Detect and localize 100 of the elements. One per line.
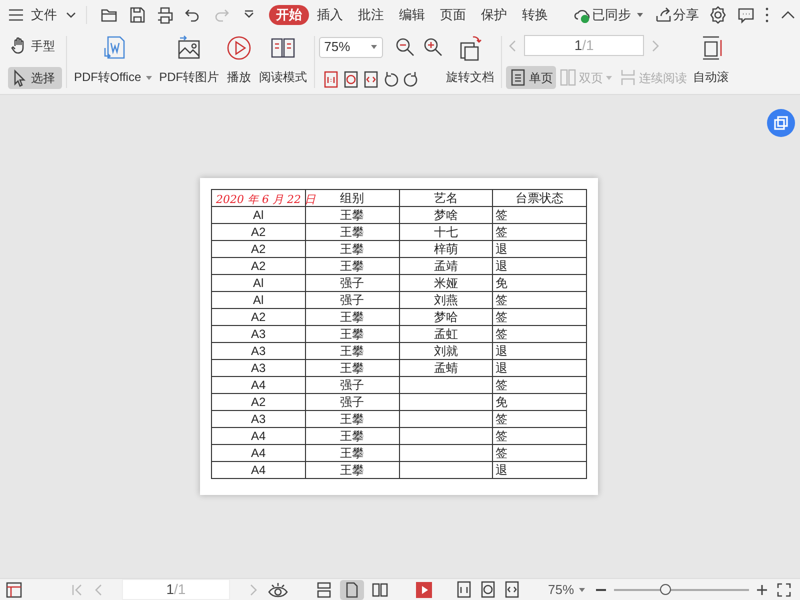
double-page-icon [559,68,578,87]
rotate-left-icon[interactable] [383,70,400,88]
table-cell: 强子 [305,274,399,292]
caret-icon [370,44,378,50]
caret-icon [145,74,154,81]
table-cell: A2 [212,394,306,410]
menu-tab[interactable]: 插入 [310,5,350,25]
table-cell: 免 [492,394,586,410]
caret-icon [635,11,645,19]
column-header: 台票状态 [492,190,586,206]
zoom-select[interactable]: 75% [544,580,590,600]
table-cell: 梦哈 [399,308,493,326]
menu-tab[interactable]: 保护 [474,5,514,25]
table-cell: 王攀 [305,444,399,462]
table-cell: 退 [492,462,586,478]
table-cell: 签 [492,224,586,240]
table-cell: Al [212,274,306,292]
menu-tab[interactable]: 批注 [351,5,391,25]
table-cell: Al [212,292,306,308]
fit-width-icon[interactable] [363,70,380,88]
menu-tab[interactable]: 转换 [515,5,555,25]
table-cell: 孟虹 [399,326,493,342]
ribbon-button[interactable]: 阅读模式 [256,30,310,94]
fit-width-icon[interactable] [504,581,520,598]
table-cell: 王攀 [305,428,399,444]
menu-tab[interactable]: 编辑 [392,5,432,25]
sync-button[interactable]: 已同步 [571,3,648,27]
single-page-icon [509,68,528,87]
caret-icon [605,74,614,80]
continuous-page-icon [316,580,332,598]
ribbon-button[interactable]: PDF转Office [71,30,156,94]
single-page-icon [344,580,360,598]
table-cell: 签 [492,308,586,326]
tool-button[interactable]: 选择 [8,67,62,89]
fullscreen-icon[interactable] [777,582,792,596]
ribbon-button[interactable]: 播放 [222,30,256,94]
table-cell: A4 [212,444,306,462]
file-menu[interactable]: 文件 [28,3,80,27]
tool-button[interactable]: 手型 [8,35,62,57]
table-cell: 王攀 [305,224,399,240]
table-cell: A2 [212,258,306,274]
zoom-in-icon[interactable] [423,37,444,57]
rotate-button[interactable]: 旋转文档 [443,30,498,94]
actual-size-icon[interactable] [456,581,472,598]
float-button[interactable] [767,109,795,137]
table-cell: 签 [492,444,586,462]
page-field[interactable]: 1/1 [524,35,644,56]
play-icon[interactable] [416,582,432,598]
table-cell: A2 [212,308,306,326]
share-icon [655,7,673,23]
table-cell: 王攀 [305,342,399,360]
pages-icon [773,115,789,131]
menu-tab[interactable]: 开始 [269,5,309,25]
sidebar-icon[interactable] [6,582,22,598]
play-icon [225,34,254,62]
table-cell: 王攀 [305,462,399,478]
table-cell: A3 [212,410,306,428]
caret-icon [578,586,586,592]
fit-page-icon[interactable] [480,581,496,598]
menu-icon[interactable] [8,8,24,22]
table-cell: 签 [492,410,586,428]
table-cell: 王攀 [305,258,399,274]
print-icon [156,6,174,24]
table-cell: 退 [492,342,586,360]
more-icon [765,7,769,23]
table-cell: 退 [492,240,586,258]
table-cell: 王攀 [305,206,399,224]
auto-scroll-button[interactable]: 自动滚 [690,30,730,94]
column-header: 艺名 [399,190,493,206]
cloud-check-icon [574,7,592,23]
zoom-in-icon[interactable] [755,582,770,596]
eye-icon[interactable] [268,582,288,598]
table-cell: 十七 [399,224,493,240]
ribbon-button[interactable]: PDF转图片 [156,30,222,94]
table-cell: 梓萌 [399,240,493,258]
double-page-icon [372,580,388,598]
table-cell: 签 [492,376,586,394]
table-cell: 签 [492,292,586,308]
view-button[interactable] [340,580,364,600]
actual-size-icon[interactable] [323,70,340,88]
table-cell: 免 [492,274,586,292]
share-button[interactable]: 分享 [652,3,702,27]
table-cell: A3 [212,326,306,342]
zoom-out-icon[interactable] [395,37,416,57]
table-cell: 签 [492,326,586,342]
fit-page-icon[interactable] [343,70,360,88]
page-field[interactable]: 1/1 [122,579,230,600]
caret-icon [65,11,77,19]
comment-icon [737,6,755,24]
table-cell: 米娅 [399,274,493,292]
rotate-right-icon[interactable] [403,70,420,88]
table-cell: A2 [212,240,306,258]
table-cell: 刘就 [399,342,493,360]
table-cell: 孟靖 [399,258,493,274]
table-cell: 签 [492,206,586,224]
table-cell: 梦啥 [399,206,493,224]
menu-tab[interactable]: 页面 [433,5,473,25]
view-button[interactable]: 单页 [506,66,556,89]
table-cell: A3 [212,360,306,376]
zoom-select[interactable]: 75% [319,36,384,58]
